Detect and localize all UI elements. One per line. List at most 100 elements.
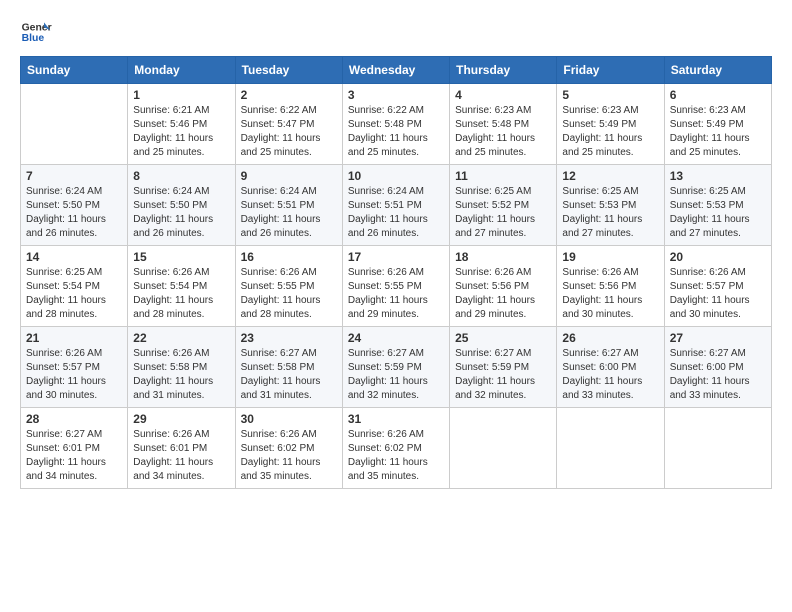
weekday-label: Friday <box>557 57 664 84</box>
day-info: Sunrise: 6:24 AM Sunset: 5:51 PM Dayligh… <box>241 185 337 241</box>
calendar-cell: 27 Sunrise: 6:27 AM Sunset: 6:00 PM Dayli… <box>664 327 771 408</box>
calendar-cell: 7 Sunrise: 6:24 AM Sunset: 5:50 PM Daylig… <box>21 165 128 246</box>
day-number: 22 <box>133 331 229 345</box>
day-number: 28 <box>26 412 122 426</box>
calendar-cell: 21Sunrise: 6:26 AM Sunset: 5:57 PM Dayli… <box>21 327 128 408</box>
calendar-cell: 25Sunrise: 6:27 AM Sunset: 5:59 PM Dayli… <box>450 327 557 408</box>
day-info: Sunrise: 6:24 AM Sunset: 5:51 PM Dayligh… <box>348 185 444 241</box>
calendar-cell: 29 Sunrise: 6:26 AM Sunset: 6:01 PM Dayli… <box>128 408 235 489</box>
calendar-cell: 17 Sunrise: 6:26 AM Sunset: 5:55 PM Dayli… <box>342 246 449 327</box>
logo: General Blue <box>20 16 52 48</box>
day-number: 20 <box>670 250 766 264</box>
calendar-cell: 5Sunrise: 6:23 AM Sunset: 5:49 PM Daylig… <box>557 84 664 165</box>
calendar-cell: 22 Sunrise: 6:26 AM Sunset: 5:58 PM Dayli… <box>128 327 235 408</box>
day-info: Sunrise: 6:26 AM Sunset: 6:02 PM Dayligh… <box>241 428 337 484</box>
day-number: 10 <box>348 169 444 183</box>
calendar-week-row: 1 Sunrise: 6:21 AM Sunset: 5:46 PM Daylig… <box>21 84 772 165</box>
day-number: 12 <box>562 169 658 183</box>
day-info: Sunrise: 6:26 AM Sunset: 5:57 PM Dayligh… <box>26 347 122 403</box>
weekday-label: Thursday <box>450 57 557 84</box>
day-number: 23 <box>241 331 337 345</box>
logo-icon: General Blue <box>20 16 52 48</box>
day-info: Sunrise: 6:25 AM Sunset: 5:53 PM Dayligh… <box>670 185 766 241</box>
day-number: 18 <box>455 250 551 264</box>
weekday-label: Saturday <box>664 57 771 84</box>
calendar-cell: 20Sunrise: 6:26 AM Sunset: 5:57 PM Dayli… <box>664 246 771 327</box>
calendar-cell: 28 Sunrise: 6:27 AM Sunset: 6:01 PM Dayli… <box>21 408 128 489</box>
calendar-cell: 2 Sunrise: 6:22 AM Sunset: 5:47 PM Daylig… <box>235 84 342 165</box>
calendar-cell <box>450 408 557 489</box>
calendar-cell: 10 Sunrise: 6:24 AM Sunset: 5:51 PM Dayli… <box>342 165 449 246</box>
calendar-cell <box>664 408 771 489</box>
day-info: Sunrise: 6:26 AM Sunset: 5:55 PM Dayligh… <box>348 266 444 322</box>
day-info: Sunrise: 6:25 AM Sunset: 5:52 PM Dayligh… <box>455 185 551 241</box>
day-number: 2 <box>241 88 337 102</box>
day-number: 29 <box>133 412 229 426</box>
calendar-cell: 14Sunrise: 6:25 AM Sunset: 5:54 PM Dayli… <box>21 246 128 327</box>
calendar-cell: 8 Sunrise: 6:24 AM Sunset: 5:50 PM Daylig… <box>128 165 235 246</box>
day-info: Sunrise: 6:22 AM Sunset: 5:47 PM Dayligh… <box>241 104 337 160</box>
calendar-cell: 3 Sunrise: 6:22 AM Sunset: 5:48 PM Daylig… <box>342 84 449 165</box>
day-number: 4 <box>455 88 551 102</box>
calendar-cell <box>557 408 664 489</box>
day-info: Sunrise: 6:27 AM Sunset: 6:00 PM Dayligh… <box>562 347 658 403</box>
calendar-cell: 31 Sunrise: 6:26 AM Sunset: 6:02 PM Dayli… <box>342 408 449 489</box>
day-number: 16 <box>241 250 337 264</box>
calendar-cell: 24Sunrise: 6:27 AM Sunset: 5:59 PM Dayli… <box>342 327 449 408</box>
calendar-cell: 13Sunrise: 6:25 AM Sunset: 5:53 PM Dayli… <box>664 165 771 246</box>
day-number: 27 <box>670 331 766 345</box>
calendar-week-row: 21Sunrise: 6:26 AM Sunset: 5:57 PM Dayli… <box>21 327 772 408</box>
day-info: Sunrise: 6:26 AM Sunset: 5:56 PM Dayligh… <box>455 266 551 322</box>
calendar-cell: 9 Sunrise: 6:24 AM Sunset: 5:51 PM Daylig… <box>235 165 342 246</box>
day-info: Sunrise: 6:27 AM Sunset: 6:00 PM Dayligh… <box>670 347 766 403</box>
calendar-cell: 1 Sunrise: 6:21 AM Sunset: 5:46 PM Daylig… <box>128 84 235 165</box>
calendar-cell: 11 Sunrise: 6:25 AM Sunset: 5:52 PM Dayli… <box>450 165 557 246</box>
day-info: Sunrise: 6:24 AM Sunset: 5:50 PM Dayligh… <box>26 185 122 241</box>
day-info: Sunrise: 6:26 AM Sunset: 6:02 PM Dayligh… <box>348 428 444 484</box>
calendar-cell: 15 Sunrise: 6:26 AM Sunset: 5:54 PM Dayli… <box>128 246 235 327</box>
calendar-week-row: 7 Sunrise: 6:24 AM Sunset: 5:50 PM Daylig… <box>21 165 772 246</box>
day-number: 26 <box>562 331 658 345</box>
day-number: 6 <box>670 88 766 102</box>
day-info: Sunrise: 6:24 AM Sunset: 5:50 PM Dayligh… <box>133 185 229 241</box>
day-info: Sunrise: 6:23 AM Sunset: 5:49 PM Dayligh… <box>670 104 766 160</box>
calendar-cell: 16 Sunrise: 6:26 AM Sunset: 5:55 PM Dayli… <box>235 246 342 327</box>
day-number: 30 <box>241 412 337 426</box>
day-number: 14 <box>26 250 122 264</box>
svg-text:Blue: Blue <box>22 33 45 44</box>
calendar-cell: 19Sunrise: 6:26 AM Sunset: 5:56 PM Dayli… <box>557 246 664 327</box>
calendar-cell: 4 Sunrise: 6:23 AM Sunset: 5:48 PM Daylig… <box>450 84 557 165</box>
weekday-label: Wednesday <box>342 57 449 84</box>
day-number: 15 <box>133 250 229 264</box>
weekday-label: Monday <box>128 57 235 84</box>
day-number: 19 <box>562 250 658 264</box>
day-number: 9 <box>241 169 337 183</box>
day-number: 8 <box>133 169 229 183</box>
day-number: 31 <box>348 412 444 426</box>
day-number: 5 <box>562 88 658 102</box>
weekday-header-row: SundayMondayTuesdayWednesdayThursdayFrid… <box>21 57 772 84</box>
day-info: Sunrise: 6:26 AM Sunset: 5:55 PM Dayligh… <box>241 266 337 322</box>
day-info: Sunrise: 6:22 AM Sunset: 5:48 PM Dayligh… <box>348 104 444 160</box>
day-info: Sunrise: 6:27 AM Sunset: 5:59 PM Dayligh… <box>455 347 551 403</box>
calendar-table: SundayMondayTuesdayWednesdayThursdayFrid… <box>20 56 772 489</box>
day-info: Sunrise: 6:23 AM Sunset: 5:48 PM Dayligh… <box>455 104 551 160</box>
day-number: 7 <box>26 169 122 183</box>
day-number: 3 <box>348 88 444 102</box>
day-info: Sunrise: 6:26 AM Sunset: 5:58 PM Dayligh… <box>133 347 229 403</box>
calendar-cell: 12Sunrise: 6:25 AM Sunset: 5:53 PM Dayli… <box>557 165 664 246</box>
day-info: Sunrise: 6:27 AM Sunset: 6:01 PM Dayligh… <box>26 428 122 484</box>
calendar-body: 1 Sunrise: 6:21 AM Sunset: 5:46 PM Daylig… <box>21 84 772 489</box>
calendar-cell: 23Sunrise: 6:27 AM Sunset: 5:58 PM Dayli… <box>235 327 342 408</box>
day-info: Sunrise: 6:21 AM Sunset: 5:46 PM Dayligh… <box>133 104 229 160</box>
day-info: Sunrise: 6:26 AM Sunset: 6:01 PM Dayligh… <box>133 428 229 484</box>
calendar-week-row: 28 Sunrise: 6:27 AM Sunset: 6:01 PM Dayli… <box>21 408 772 489</box>
day-number: 17 <box>348 250 444 264</box>
calendar-cell: 30 Sunrise: 6:26 AM Sunset: 6:02 PM Dayli… <box>235 408 342 489</box>
calendar-cell <box>21 84 128 165</box>
day-number: 24 <box>348 331 444 345</box>
day-info: Sunrise: 6:26 AM Sunset: 5:54 PM Dayligh… <box>133 266 229 322</box>
day-number: 11 <box>455 169 551 183</box>
day-number: 1 <box>133 88 229 102</box>
weekday-label: Sunday <box>21 57 128 84</box>
